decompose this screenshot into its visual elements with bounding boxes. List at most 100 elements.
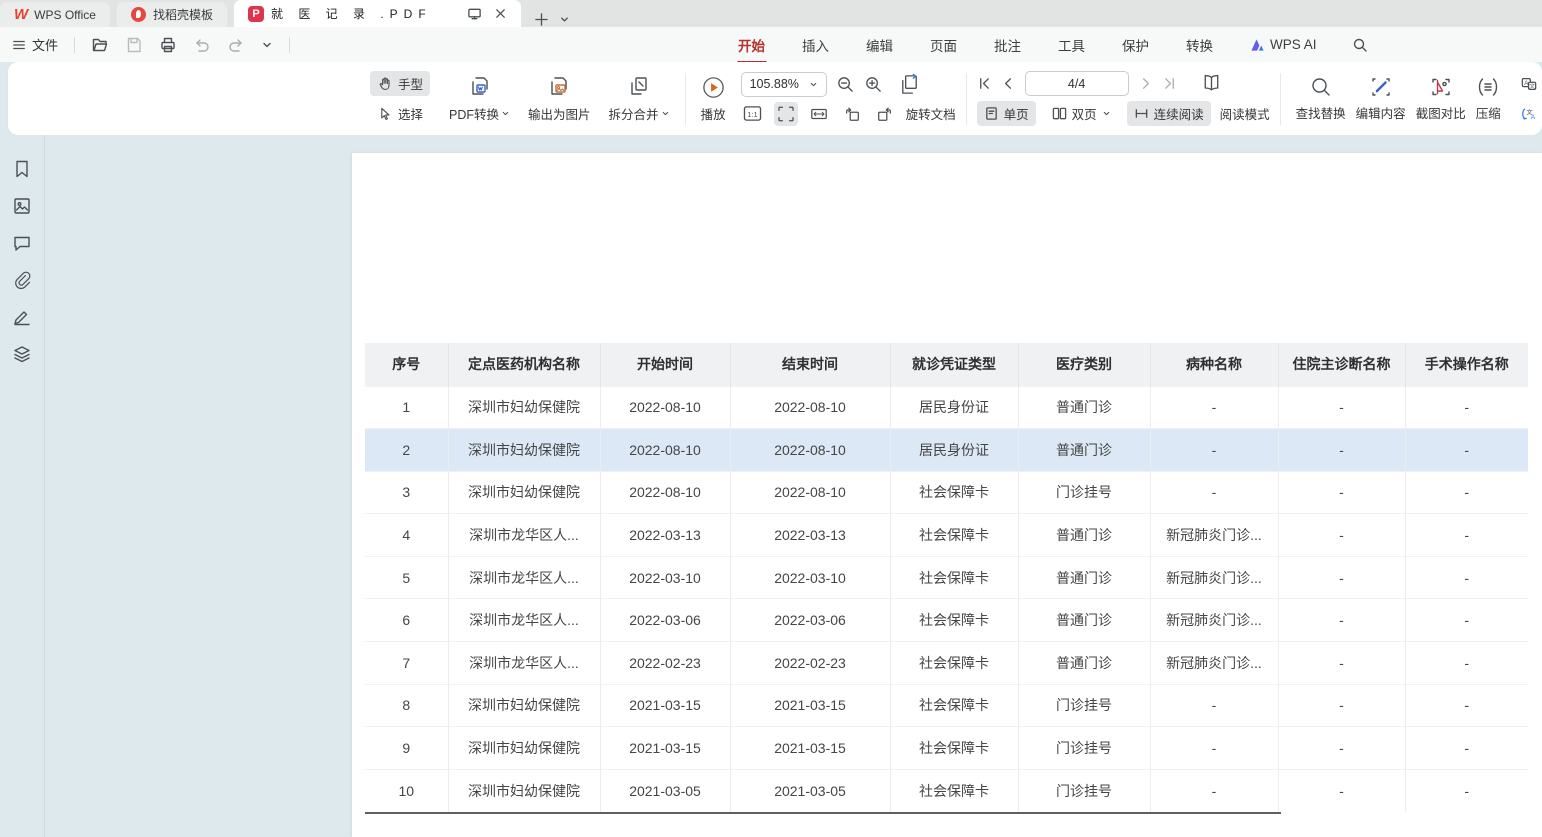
select-tool-button[interactable]: 选择 xyxy=(370,101,430,126)
ribbon-menu-bar: 开始 插入 编辑 页面 批注 工具 保护 转换 WPS AI xyxy=(736,27,1368,62)
new-tab-plus-icon[interactable] xyxy=(534,12,549,27)
redo-icon[interactable] xyxy=(227,36,245,54)
menu-tab-insert[interactable]: 插入 xyxy=(800,27,831,63)
full-text-translate-button[interactable]: A文 全文翻译 xyxy=(1514,71,1542,96)
pdf-page[interactable]: 序号定点医药机构名称开始时间结束时间就诊凭证类型医疗类别病种名称住院主诊断名称手… xyxy=(352,153,1542,837)
menu-tab-comment[interactable]: 批注 xyxy=(992,27,1023,63)
table-cell: 10 xyxy=(365,769,448,812)
table-cell: 新冠肺炎门诊... xyxy=(1150,514,1278,557)
file-menu-button[interactable]: 文件 xyxy=(12,35,58,54)
export-as-image-button[interactable]: 输出为图片 xyxy=(523,72,596,125)
continuous-read-icon xyxy=(1134,106,1149,121)
table-cell: 深圳市妇幼保健院 xyxy=(448,769,600,812)
table-cell: 普通门诊 xyxy=(1018,642,1150,685)
table-cell: - xyxy=(1405,386,1528,429)
menu-search-icon[interactable] xyxy=(1352,37,1368,53)
screenshot-compare-button[interactable]: 截图对比 xyxy=(1411,73,1471,124)
word-translate-icon: 文A xyxy=(1521,106,1537,122)
table-cell: 2022-03-06 xyxy=(730,599,890,642)
split-merge-button[interactable]: 拆分合并 xyxy=(604,72,675,125)
menu-tab-protect[interactable]: 保护 xyxy=(1120,27,1151,63)
hand-icon xyxy=(377,76,393,92)
quickbar-customize-chevron-icon[interactable] xyxy=(261,39,273,51)
close-tab-icon[interactable] xyxy=(494,7,507,20)
save-file-icon[interactable] xyxy=(125,36,143,54)
table-cell: 居民身份证 xyxy=(890,429,1018,472)
table-cell: 2022-08-10 xyxy=(600,386,730,429)
find-replace-button[interactable]: 查找替换 xyxy=(1291,73,1351,124)
rotate-document-button[interactable]: 旋转文档 xyxy=(906,104,956,123)
table-cell: - xyxy=(1278,642,1405,685)
medical-records-table: 序号定点医药机构名称开始时间结束时间就诊凭证类型医疗类别病种名称住院主诊断名称手… xyxy=(365,343,1528,812)
zoom-level-combobox[interactable]: 105.88% xyxy=(741,72,827,97)
reading-book-icon[interactable] xyxy=(1200,72,1223,95)
read-mode-label: 阅读模式 xyxy=(1220,104,1270,123)
table-body: 1深圳市妇幼保健院2022-08-102022-08-10居民身份证普通门诊--… xyxy=(365,386,1528,812)
cursor-arrow-icon xyxy=(377,106,393,122)
fit-page-button[interactable] xyxy=(774,102,798,126)
present-monitor-icon[interactable] xyxy=(467,6,482,21)
compress-button[interactable]: 压缩 xyxy=(1471,73,1506,124)
quick-access-bar: 文件 开始 插入 编辑 页面 批注 工具 保护 转换 WPS AI xyxy=(0,27,1542,62)
table-cell: 社会保障卡 xyxy=(890,684,1018,727)
bookmarks-panel-icon[interactable] xyxy=(12,159,32,179)
tab-document-pdf[interactable]: P 就 医 记 录 .PDF xyxy=(234,0,521,27)
layers-panel-icon[interactable] xyxy=(12,344,32,364)
zoom-out-icon[interactable] xyxy=(836,75,855,94)
last-page-icon[interactable] xyxy=(1162,76,1177,91)
rotate-left-button[interactable] xyxy=(840,102,864,126)
edit-content-button[interactable]: 编辑内容 xyxy=(1351,73,1411,124)
tab-list-chevron-icon[interactable] xyxy=(559,14,570,25)
table-cell: 社会保障卡 xyxy=(890,514,1018,557)
double-page-view-button[interactable]: 双页 xyxy=(1045,101,1118,126)
comments-panel-icon[interactable] xyxy=(12,233,32,253)
chevron-down-icon xyxy=(501,109,510,118)
table-cell: 2022-08-10 xyxy=(600,429,730,472)
rotate-right-button[interactable] xyxy=(873,102,897,126)
menu-tab-edit[interactable]: 编辑 xyxy=(864,27,895,63)
table-cell: 深圳市妇幼保健院 xyxy=(448,386,600,429)
play-presentation-button[interactable]: 播放 xyxy=(696,73,731,125)
previous-page-icon[interactable] xyxy=(1001,76,1016,91)
menu-tab-page[interactable]: 页面 xyxy=(928,27,959,63)
menu-tab-convert[interactable]: 转换 xyxy=(1184,27,1215,63)
navigation-sidebar xyxy=(0,135,45,837)
next-page-icon[interactable] xyxy=(1138,76,1153,91)
table-row: 6深圳市龙华区人...2022-03-062022-03-06社会保障卡普通门诊… xyxy=(365,599,1528,642)
table-row: 8深圳市妇幼保健院2021-03-152021-03-15社会保障卡门诊挂号--… xyxy=(365,684,1528,727)
wps-logo-icon: W xyxy=(14,6,27,23)
table-cell: 4 xyxy=(365,514,448,557)
tab-docer-templates[interactable]: 找稻壳模板 xyxy=(117,2,227,27)
word-translate-button[interactable]: 文A 划词翻译 xyxy=(1514,101,1542,126)
replace-page-icon[interactable] xyxy=(898,73,921,96)
single-page-view-button[interactable]: 单页 xyxy=(977,101,1036,126)
first-page-icon[interactable] xyxy=(977,76,992,91)
menu-tab-wps-ai[interactable]: WPS AI xyxy=(1248,29,1319,60)
menu-tab-tools[interactable]: 工具 xyxy=(1056,27,1087,63)
svg-text:文: 文 xyxy=(1529,81,1535,89)
table-cell: 2022-03-10 xyxy=(730,556,890,599)
continuous-reading-button[interactable]: 连续阅读 xyxy=(1127,101,1211,126)
hand-tool-label: 手型 xyxy=(398,74,423,93)
compress-label: 压缩 xyxy=(1476,103,1501,122)
document-workspace: 序号定点医药机构名称开始时间结束时间就诊凭证类型医疗类别病种名称住院主诊断名称手… xyxy=(0,135,1542,837)
read-mode-button[interactable]: 阅读模式 xyxy=(1220,104,1270,123)
signature-panel-icon[interactable] xyxy=(12,307,32,327)
column-header: 序号 xyxy=(365,343,448,386)
page-number-input[interactable] xyxy=(1025,71,1129,96)
fit-width-button[interactable] xyxy=(807,102,831,126)
pdf-convert-button[interactable]: PDF转换 xyxy=(444,72,515,125)
hand-tool-button[interactable]: 手型 xyxy=(370,71,430,96)
undo-icon[interactable] xyxy=(193,36,211,54)
table-cell: 2021-03-15 xyxy=(600,727,730,770)
thumbnails-panel-icon[interactable] xyxy=(12,196,32,216)
zoom-in-icon[interactable] xyxy=(864,75,883,94)
actual-size-button[interactable]: 1:1 xyxy=(741,102,765,126)
table-row: 7深圳市龙华区人...2022-02-232022-02-23社会保障卡普通门诊… xyxy=(365,642,1528,685)
table-cell: 2022-08-10 xyxy=(600,471,730,514)
open-file-icon[interactable] xyxy=(91,36,109,54)
attachments-panel-icon[interactable] xyxy=(12,270,32,290)
menu-tab-home[interactable]: 开始 xyxy=(736,27,767,63)
print-icon[interactable] xyxy=(159,36,177,54)
tab-wps-home[interactable]: W WPS Office xyxy=(0,2,110,27)
